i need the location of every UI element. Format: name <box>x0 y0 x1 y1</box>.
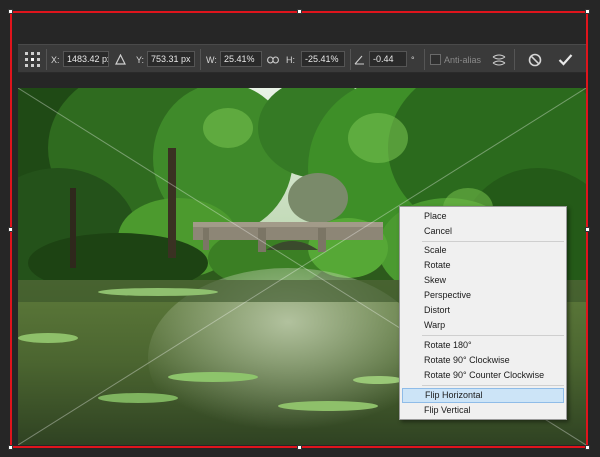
y-label: Y: <box>136 54 145 65</box>
transform-handle-middle-right[interactable] <box>585 227 590 232</box>
width-label: W: <box>206 54 217 65</box>
angle-icon <box>354 45 365 74</box>
transform-handle-bottom-left[interactable] <box>8 445 13 450</box>
link-icon[interactable] <box>267 45 279 74</box>
separator <box>424 49 425 70</box>
angle-unit: ° <box>411 54 415 65</box>
separator <box>514 49 515 70</box>
separator <box>200 49 201 70</box>
separator <box>46 49 47 70</box>
relative-position-icon[interactable] <box>115 45 126 74</box>
transform-context-menu: Place Cancel Scale Rotate Skew Perspecti… <box>399 206 567 420</box>
menu-separator <box>422 335 564 336</box>
menu-item-perspective[interactable]: Perspective <box>402 288 564 303</box>
menu-item-place[interactable]: Place <box>402 209 564 224</box>
commit-transform-icon[interactable] <box>558 45 573 74</box>
transform-handle-bottom-right[interactable] <box>585 445 590 450</box>
checkbox-box[interactable] <box>430 54 441 65</box>
menu-separator <box>422 385 564 386</box>
menu-item-rotate-90-cw[interactable]: Rotate 90° Clockwise <box>402 353 564 368</box>
transform-options-bar: X: 1483.42 px Y: 753.31 px W: 25.41% H: … <box>18 44 586 73</box>
height-field[interactable]: -25.41% <box>301 51 345 67</box>
antialias-checkbox[interactable] <box>430 45 441 74</box>
antialias-label: Anti-alias <box>444 54 482 65</box>
transform-handle-top-center[interactable] <box>297 9 302 14</box>
menu-item-flip-horizontal[interactable]: Flip Horizontal <box>402 388 564 403</box>
menu-separator <box>422 241 564 242</box>
transform-handle-bottom-center[interactable] <box>297 445 302 450</box>
cancel-transform-icon[interactable] <box>528 45 542 74</box>
y-position-field[interactable]: 753.31 px <box>147 51 195 67</box>
menu-item-rotate-180[interactable]: Rotate 180° <box>402 338 564 353</box>
x-position-field[interactable]: 1483.42 px <box>63 51 109 67</box>
menu-item-warp[interactable]: Warp <box>402 318 564 333</box>
menu-item-rotate[interactable]: Rotate <box>402 258 564 273</box>
transform-handle-top-left[interactable] <box>8 9 13 14</box>
transform-handle-middle-left[interactable] <box>8 227 13 232</box>
warp-mode-icon[interactable] <box>491 45 507 74</box>
transform-handle-top-right[interactable] <box>585 9 590 14</box>
menu-item-rotate-90-ccw[interactable]: Rotate 90° Counter Clockwise <box>402 368 564 383</box>
reference-point-icon[interactable] <box>24 45 41 74</box>
menu-item-distort[interactable]: Distort <box>402 303 564 318</box>
menu-item-scale[interactable]: Scale <box>402 243 564 258</box>
separator <box>350 49 351 70</box>
x-label: X: <box>51 54 60 65</box>
menu-item-flip-vertical[interactable]: Flip Vertical <box>402 403 564 418</box>
menu-item-cancel[interactable]: Cancel <box>402 224 564 239</box>
rotation-angle-field[interactable]: -0.44 <box>369 51 407 67</box>
height-label: H: <box>286 54 295 65</box>
menu-item-skew[interactable]: Skew <box>402 273 564 288</box>
width-field[interactable]: 25.41% <box>220 51 262 67</box>
